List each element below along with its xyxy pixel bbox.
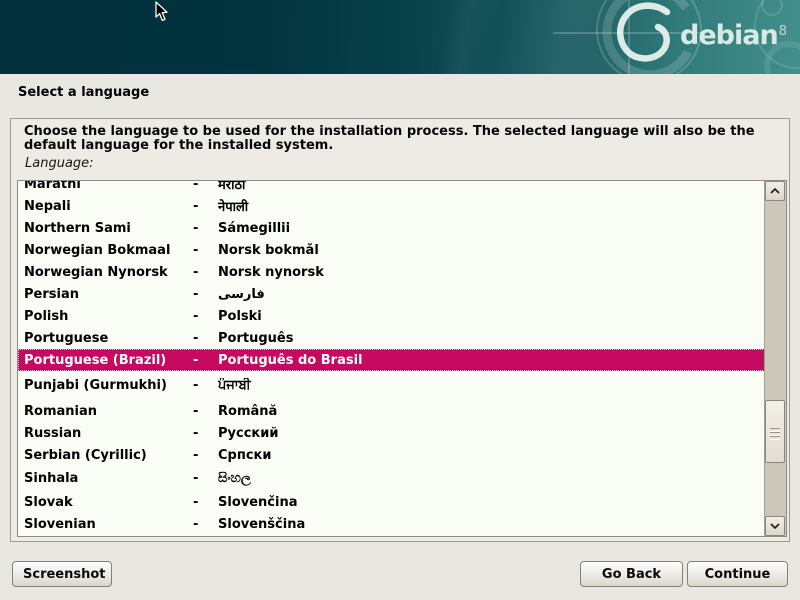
language-english-name: Norwegian Nynorsk — [24, 265, 193, 280]
language-separator: - — [193, 287, 218, 302]
language-row[interactable]: Slovak-Slovenčina — [18, 491, 765, 513]
language-native-name: Polski — [218, 309, 765, 324]
language-native-name: ਪੰਜਾਬੀ — [218, 378, 765, 393]
language-native-name: සිංහල — [218, 471, 765, 486]
language-separator: - — [193, 309, 218, 324]
language-separator: - — [193, 243, 218, 258]
brand-version: 8 — [779, 24, 787, 39]
language-row[interactable]: Northern Sami-Sámegillii — [18, 217, 765, 239]
language-row[interactable]: Portuguese (Brazil)-Português do Brasil — [18, 349, 765, 371]
language-native-name: Română — [218, 404, 765, 419]
language-english-name: Marathi — [24, 180, 193, 192]
language-row[interactable]: Marathi-मराठी — [18, 180, 765, 195]
dialog-panel: Choose the language to be used for the i… — [10, 118, 790, 542]
language-separator: - — [193, 353, 218, 368]
language-native-name: नेपाली — [218, 197, 765, 215]
language-native-name: Norsk nynorsk — [218, 265, 765, 280]
language-row[interactable]: Slovenian-Slovenščina — [18, 513, 765, 535]
language-separator: - — [193, 471, 218, 486]
language-english-name: Serbian (Cyrillic) — [24, 448, 193, 463]
language-row[interactable]: Persian-فارسی — [18, 283, 765, 305]
language-english-name: Portuguese (Brazil) — [24, 353, 193, 368]
language-native-name: Српски — [218, 448, 765, 463]
language-english-name: Slovenian — [24, 517, 193, 532]
language-row[interactable]: Nepali-नेपाली — [18, 195, 765, 217]
language-row[interactable]: Serbian (Cyrillic)-Српски — [18, 444, 765, 466]
language-separator: - — [193, 199, 218, 214]
thumb-grip — [770, 436, 780, 440]
language-english-name: Nepali — [24, 199, 193, 214]
language-separator: - — [193, 331, 218, 346]
go-back-button[interactable]: Go Back — [580, 561, 683, 587]
language-english-name: Norwegian Bokmaal — [24, 243, 193, 258]
brand-logotype: debian8 — [680, 22, 787, 49]
scroll-up-button[interactable] — [765, 181, 785, 201]
language-native-name: Sámegillii — [218, 221, 765, 236]
scrollbar[interactable] — [764, 181, 786, 536]
language-native-name: Slovenščina — [218, 517, 765, 532]
language-separator: - — [193, 378, 218, 393]
page-title: Select a language — [18, 85, 149, 100]
scrollbar-thumb[interactable] — [765, 400, 785, 463]
language-row[interactable]: Punjabi (Gurmukhi)-ਪੰਜਾਬੀ — [18, 371, 765, 400]
language-list: Marathi-मराठीNepali-नेपालीNorthern Sami-… — [17, 180, 787, 537]
language-english-name: Sinhala — [24, 471, 193, 486]
language-separator: - — [193, 404, 218, 419]
language-separator: - — [193, 448, 218, 463]
scroll-down-button[interactable] — [765, 516, 785, 536]
language-separator: - — [193, 426, 218, 441]
language-english-name: Northern Sami — [24, 221, 193, 236]
language-separator: - — [193, 495, 218, 510]
language-native-name: Português — [218, 331, 765, 346]
language-separator: - — [193, 265, 218, 280]
continue-button[interactable]: Continue — [687, 561, 788, 587]
language-english-name: Slovak — [24, 495, 193, 510]
language-separator: - — [193, 180, 218, 192]
language-english-name: Romanian — [24, 404, 193, 419]
language-row[interactable]: Portuguese-Português — [18, 327, 765, 349]
language-english-name: Portuguese — [24, 331, 193, 346]
language-native-name: मराठी — [218, 180, 765, 193]
language-row[interactable]: Russian-Русский — [18, 422, 765, 444]
language-native-name: Slovenčina — [218, 495, 765, 510]
language-native-name: فارسی — [218, 287, 765, 302]
language-english-name: Persian — [24, 287, 193, 302]
language-english-name: Russian — [24, 426, 193, 441]
language-row[interactable]: Norwegian Nynorsk-Norsk nynorsk — [18, 261, 765, 283]
language-list-rows: Marathi-मराठीNepali-नेपालीNorthern Sami-… — [18, 180, 765, 536]
chevron-down-icon — [770, 523, 780, 529]
language-separator: - — [193, 517, 218, 532]
language-native-name: Norsk bokmål — [218, 243, 765, 258]
brand-name: debian — [680, 20, 778, 51]
banner: debian8 — [0, 0, 800, 74]
dialog-description: Choose the language to be used for the i… — [24, 125, 776, 153]
mouse-cursor-icon — [155, 1, 169, 23]
installer-window: debian8 Select a language Choose the lan… — [0, 0, 800, 600]
language-separator: - — [193, 221, 218, 236]
language-row[interactable]: Romanian-Română — [18, 400, 765, 422]
language-native-name: Русский — [218, 426, 765, 441]
language-row[interactable]: Sinhala-සිංහල — [18, 466, 765, 491]
language-row[interactable]: Polish-Polski — [18, 305, 765, 327]
language-english-name: Punjabi (Gurmukhi) — [24, 378, 193, 393]
chevron-up-icon — [770, 188, 780, 194]
language-field-label: Language: — [25, 156, 94, 171]
language-row[interactable]: Norwegian Bokmaal-Norsk bokmål — [18, 239, 765, 261]
language-native-name: Português do Brasil — [218, 353, 765, 368]
language-english-name: Polish — [24, 309, 193, 324]
screenshot-button[interactable]: Screenshot — [12, 561, 112, 587]
